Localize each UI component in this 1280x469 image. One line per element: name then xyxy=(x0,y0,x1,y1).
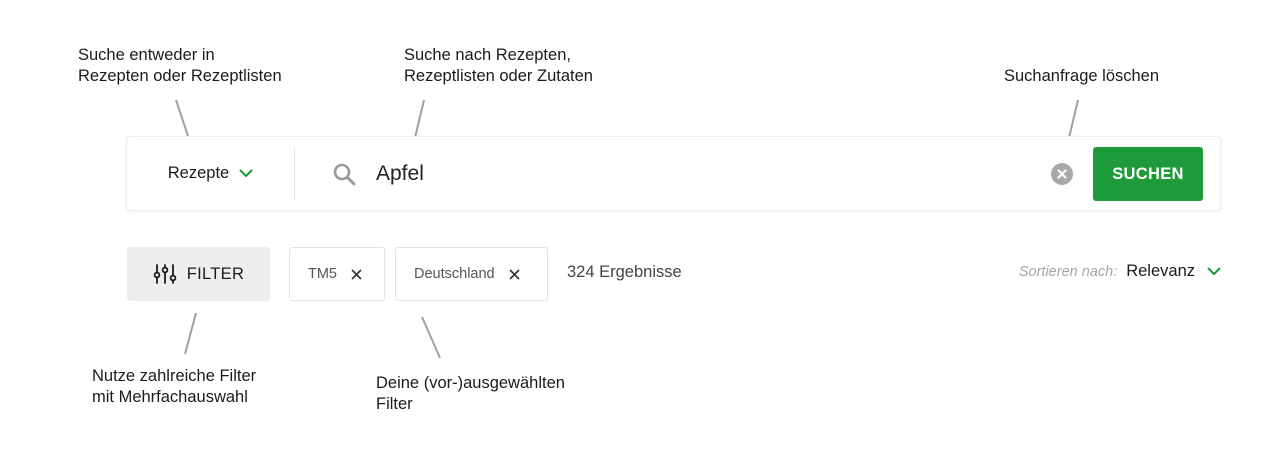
annotation-chips: Deine (vor-)ausgewählten Filter xyxy=(376,373,565,415)
search-submit-button[interactable]: SUCHEN xyxy=(1093,147,1203,201)
filter-button-label: FILTER xyxy=(186,264,245,283)
close-icon xyxy=(509,268,520,280)
search-icon xyxy=(333,163,356,186)
sort-dropdown[interactable]: Relevanz xyxy=(1126,262,1221,281)
divider xyxy=(294,147,295,200)
search-input[interactable] xyxy=(376,155,1036,193)
search-type-label: Rezepte xyxy=(167,164,230,182)
sliders-icon xyxy=(153,264,177,284)
annotation-filter: Nutze zahlreiche Filter mit Mehrfachausw… xyxy=(92,366,256,408)
sort-label: Sortieren nach: xyxy=(1018,263,1118,280)
remove-chip-button[interactable] xyxy=(509,268,520,280)
annotation-text: Suche entweder in xyxy=(78,46,215,64)
annotation-type-select: Suche entweder in Rezepten oder Rezeptli… xyxy=(78,45,282,87)
filter-chip-label: Deutschland xyxy=(414,266,495,282)
annotation-clear: Suchanfrage löschen xyxy=(1004,66,1159,87)
annotation-text: Suchanfrage löschen xyxy=(1004,67,1160,85)
sort-value: Relevanz xyxy=(1126,262,1195,280)
annotation-text: Deine (vor-)ausgewählten xyxy=(376,374,565,392)
clear-search-button[interactable] xyxy=(1051,163,1073,185)
sort-control: Sortieren nach: Relevanz xyxy=(1019,262,1221,281)
close-icon xyxy=(351,268,362,280)
search-bar: Rezepte SUCHEN xyxy=(126,136,1221,211)
chevron-down-icon xyxy=(239,169,253,177)
filter-chip: TM5 xyxy=(289,247,385,301)
chevron-down-icon xyxy=(1207,267,1221,275)
annotation-text: Rezeptlisten oder Zutaten xyxy=(404,67,593,85)
filter-chip: Deutschland xyxy=(395,247,548,301)
close-icon xyxy=(1057,169,1067,179)
leader-line-filter xyxy=(184,312,197,355)
search-help-illustration: Suche entweder in Rezepten oder Rezeptli… xyxy=(0,0,1280,469)
remove-chip-button[interactable] xyxy=(351,268,362,280)
annotation-text: mit Mehrfachauswahl xyxy=(92,388,248,406)
annotation-text: Suche nach Rezepten, xyxy=(404,46,571,64)
filter-chip-label: TM5 xyxy=(308,266,337,282)
annotation-text: Rezepten oder Rezeptlisten xyxy=(78,67,282,85)
result-count: 324 Ergebnisse xyxy=(567,263,682,281)
leader-line-chips xyxy=(421,316,441,359)
annotation-text: Filter xyxy=(376,395,413,413)
annotation-search-query: Suche nach Rezepten, Rezeptlisten oder Z… xyxy=(404,45,593,87)
filter-button[interactable]: FILTER xyxy=(127,247,270,301)
annotation-text: Nutze zahlreiche Filter xyxy=(92,367,257,385)
search-type-select[interactable]: Rezepte xyxy=(127,137,294,210)
